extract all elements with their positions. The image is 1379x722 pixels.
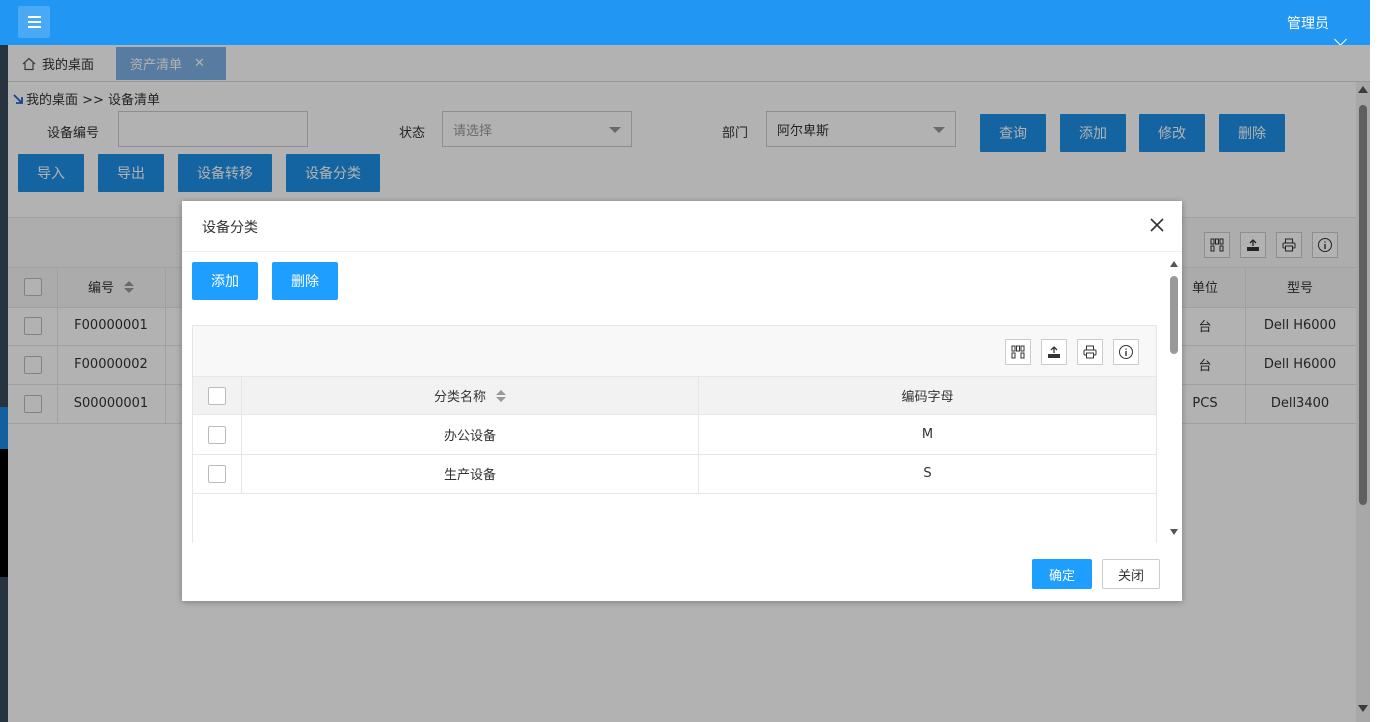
close-icon[interactable] (1150, 215, 1164, 235)
column-header-category-name[interactable]: 分类名称 (242, 376, 698, 415)
dialog-title: 设备分类 (202, 220, 258, 236)
print-icon[interactable] (1077, 339, 1103, 365)
table-clip (182, 543, 1182, 545)
sort-icon[interactable] (496, 389, 506, 403)
columns-icon[interactable] (1005, 339, 1031, 365)
column-header-code-letter: 编码字母 (901, 390, 954, 405)
column-divider (241, 376, 242, 493)
table-row[interactable]: 生产设备 S (193, 454, 1156, 494)
dialog-scrollbar-thumb[interactable] (1170, 276, 1178, 354)
scroll-up-icon[interactable] (1170, 261, 1178, 267)
column-divider (698, 376, 699, 493)
cell-category-name: 办公设备 (443, 429, 496, 444)
top-bar (0, 0, 1370, 45)
dialog-add-button[interactable]: 添加 (192, 262, 258, 300)
cell-category-name: 生产设备 (443, 468, 496, 483)
admin-user-menu[interactable]: 管理员 (1287, 13, 1329, 33)
table-row[interactable]: 办公设备 M (193, 415, 1156, 455)
scroll-down-icon[interactable] (1170, 529, 1178, 535)
row-checkbox[interactable] (208, 426, 226, 444)
cell-code-letter: S (923, 466, 932, 481)
close-button[interactable]: 关闭 (1102, 559, 1160, 589)
dialog-delete-button[interactable]: 删除 (272, 262, 338, 300)
dialog-divider (182, 251, 1182, 252)
row-checkbox[interactable] (208, 465, 226, 483)
info-icon[interactable] (1113, 339, 1139, 365)
column-header-label: 分类名称 (433, 390, 486, 405)
device-category-dialog: 设备分类 添加 删除 分类名称 编码字母 办公设备 M 生产设备 S 确定 关闭 (182, 201, 1182, 601)
confirm-button[interactable]: 确定 (1032, 559, 1092, 589)
menu-toggle-button[interactable] (18, 6, 50, 38)
select-all-checkbox[interactable] (208, 387, 226, 405)
cell-code-letter: M (921, 427, 934, 442)
window-edge (1370, 0, 1379, 722)
export-icon[interactable] (1041, 339, 1067, 365)
